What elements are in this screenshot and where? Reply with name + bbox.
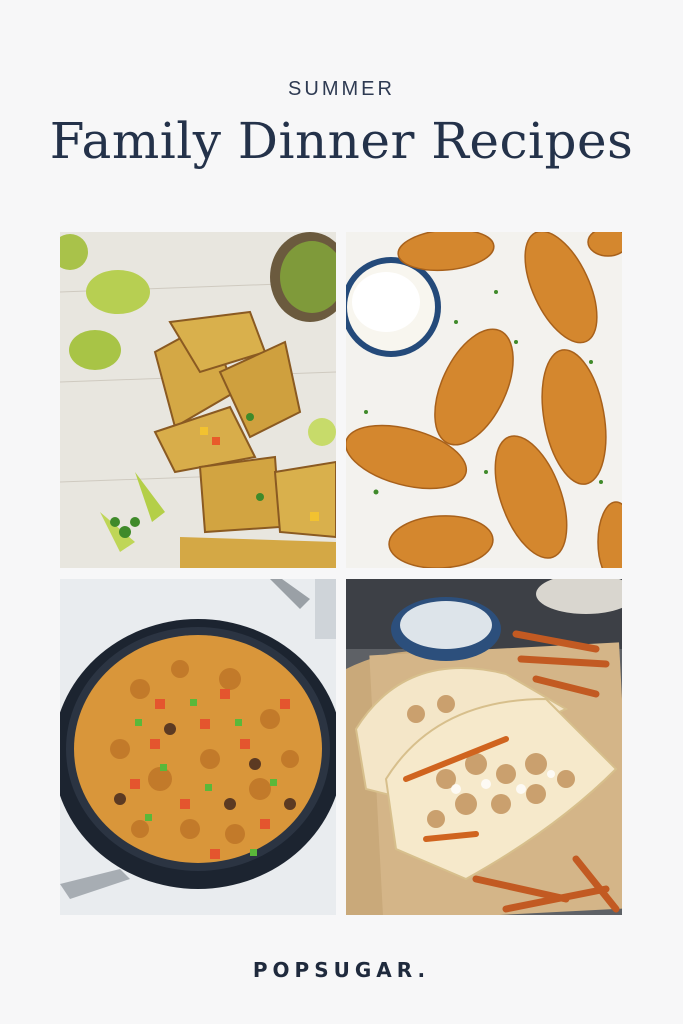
page-eyebrow: SUMMER — [288, 78, 395, 100]
photo-chicken-gyros — [346, 579, 622, 915]
photo-chicken-tenders — [346, 232, 622, 568]
photo-taco-pasta-skillet — [60, 579, 336, 915]
photo-quesadillas — [60, 232, 336, 568]
page-title: Family Dinner Recipes — [49, 112, 634, 170]
brand-logo[interactable]: POPSUGAR. — [0, 958, 683, 982]
